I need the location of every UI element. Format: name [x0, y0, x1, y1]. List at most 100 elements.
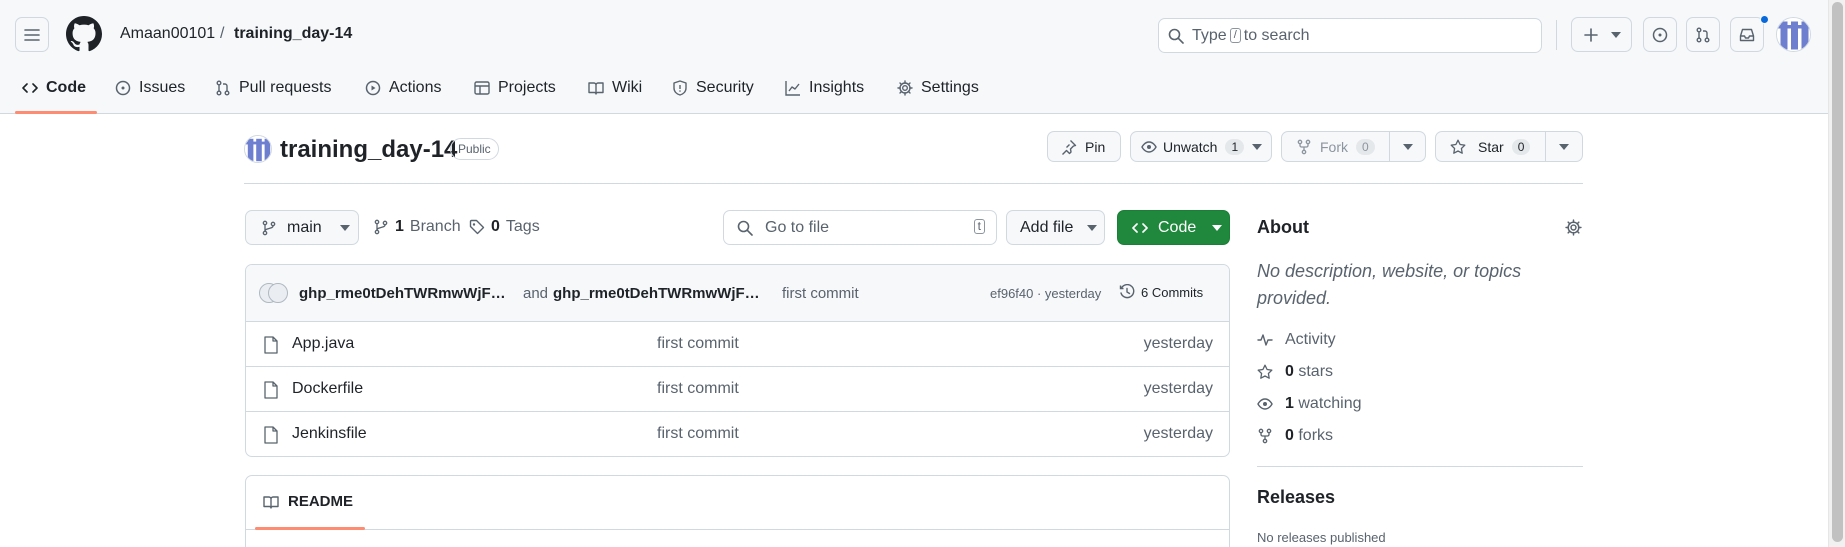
- pin-button[interactable]: Pin: [1047, 131, 1121, 162]
- file-icon: [263, 336, 279, 354]
- star-dropdown-button[interactable]: [1546, 143, 1582, 150]
- repo-title[interactable]: training_day-14: [280, 136, 457, 164]
- add-file-button[interactable]: Add file: [1006, 210, 1105, 245]
- unwatch-button[interactable]: Unwatch 1: [1131, 132, 1245, 161]
- watching-link[interactable]: 1 watching: [1257, 395, 1362, 413]
- releases-heading[interactable]: Releases: [1257, 487, 1335, 508]
- triangle-down-icon: [1212, 224, 1223, 231]
- file-name[interactable]: Dockerfile: [292, 380, 363, 398]
- watching-count: 1: [1285, 395, 1294, 412]
- file-name[interactable]: Jenkinsfile: [292, 425, 367, 443]
- pulse-icon: [1257, 332, 1273, 348]
- readme-tab-indicator: [255, 527, 365, 530]
- file-commit-message[interactable]: first commit: [657, 380, 739, 398]
- about-description: No description, website, or topics provi…: [1257, 261, 1522, 308]
- git-branch-icon: [373, 219, 389, 235]
- triangle-down-icon: [1402, 143, 1413, 150]
- gear-icon[interactable]: [1565, 219, 1582, 236]
- tab-pull-requests[interactable]: Pull requests: [215, 74, 332, 102]
- stars-count: 0: [1285, 363, 1294, 380]
- activity-link[interactable]: Activity: [1257, 331, 1336, 349]
- search-icon: [737, 220, 753, 236]
- create-new-button[interactable]: [1571, 17, 1632, 52]
- tab-code[interactable]: Code: [22, 74, 86, 102]
- page-scrollbar[interactable]: [1828, 0, 1845, 547]
- star-button-group: Star 0: [1435, 131, 1583, 162]
- commit-hash-time[interactable]: ef96f40 · yesterday: [990, 286, 1101, 301]
- tab-security[interactable]: Security: [672, 74, 754, 102]
- tab-issues[interactable]: Issues: [115, 74, 185, 102]
- tab-actions[interactable]: Actions: [365, 74, 441, 102]
- fork-label: Fork: [1320, 138, 1348, 155]
- fork-dropdown-button[interactable]: [1390, 143, 1425, 150]
- stars-label: stars: [1298, 363, 1334, 380]
- inbox-button[interactable]: [1730, 17, 1764, 52]
- tags-link[interactable]: 0 Tags: [469, 218, 540, 236]
- tab-label: Actions: [389, 79, 442, 96]
- file-row[interactable]: Dockerfile first commit yesterday: [246, 367, 1229, 412]
- readme-tab[interactable]: README: [263, 493, 353, 510]
- go-to-file-input[interactable]: Go to file t: [723, 210, 997, 245]
- tab-insights[interactable]: Insights: [785, 74, 864, 102]
- code-button[interactable]: Code: [1117, 210, 1230, 245]
- branches-link[interactable]: 1 Branch: [373, 218, 461, 236]
- code-button-label: Code: [1158, 218, 1197, 236]
- branch-selector[interactable]: main: [245, 210, 359, 245]
- file-commit-time: yesterday: [1143, 425, 1213, 442]
- issue-opened-icon: [115, 80, 131, 96]
- visibility-badge: Public: [450, 138, 499, 160]
- git-pull-request-icon: [215, 80, 231, 96]
- stars-link[interactable]: 0 stars: [1257, 363, 1333, 381]
- file-commit-message[interactable]: first commit: [657, 425, 739, 443]
- fork-counter: 0: [1356, 138, 1375, 155]
- commit-coauthor-avatar[interactable]: [268, 283, 288, 303]
- tag-icon: [469, 219, 485, 235]
- tab-label: Security: [696, 79, 754, 96]
- avatar[interactable]: [1776, 17, 1811, 52]
- search-icon: [1168, 28, 1184, 44]
- issues-button[interactable]: [1643, 17, 1677, 52]
- tab-label: Projects: [498, 79, 556, 96]
- fork-button[interactable]: Fork 0: [1282, 132, 1390, 161]
- menu-button[interactable]: [15, 17, 49, 52]
- inbox-icon: [1739, 27, 1755, 43]
- watching-label: watching: [1298, 395, 1362, 412]
- github-logo-icon[interactable]: [66, 16, 102, 52]
- commit-author-2[interactable]: ghp_rme0tDehTWRmwWjF…: [553, 285, 760, 302]
- breadcrumb-repo[interactable]: training_day-14: [234, 25, 352, 43]
- watch-button-group: Unwatch 1: [1130, 131, 1272, 162]
- tab-projects[interactable]: Projects: [474, 74, 556, 102]
- shield-icon: [672, 80, 688, 96]
- forks-link[interactable]: 0 forks: [1257, 427, 1333, 445]
- branch-count-label: Branch: [409, 218, 461, 235]
- file-commit-time: yesterday: [1143, 335, 1213, 352]
- go-to-file-placeholder: Go to file: [765, 218, 830, 236]
- graph-icon: [785, 80, 801, 96]
- readme-header: README: [246, 476, 1229, 530]
- breadcrumb-owner[interactable]: Amaan00101: [120, 25, 215, 43]
- commit-message[interactable]: first commit: [782, 285, 859, 302]
- file-name[interactable]: App.java: [292, 335, 354, 353]
- commit-author-1[interactable]: ghp_rme0tDehTWRmwWjF…: [299, 285, 506, 302]
- global-header: Amaan00101 / training_day-14 Type / to s…: [0, 0, 1828, 114]
- star-icon: [1257, 364, 1273, 380]
- star-button[interactable]: Star 0: [1436, 132, 1546, 161]
- scrollbar-thumb[interactable]: [1832, 2, 1843, 542]
- search-input[interactable]: Type / to search: [1158, 18, 1542, 53]
- tab-settings[interactable]: Settings: [897, 74, 979, 102]
- repo-owner-avatar[interactable]: [244, 135, 272, 163]
- activity-label: Activity: [1285, 331, 1336, 348]
- star-label: Star: [1478, 138, 1504, 155]
- watch-dropdown-button[interactable]: [1242, 143, 1271, 150]
- file-row[interactable]: App.java first commit yesterday: [246, 322, 1229, 367]
- pull-requests-button[interactable]: [1686, 17, 1720, 52]
- tab-wiki[interactable]: Wiki: [588, 74, 642, 102]
- readme-label: README: [288, 493, 354, 510]
- tab-label: Settings: [921, 79, 979, 96]
- pin-label: Pin: [1085, 138, 1106, 155]
- file-row[interactable]: Jenkinsfile first commit yesterday: [246, 412, 1229, 456]
- commits-link[interactable]: 6 Commits: [1119, 284, 1203, 300]
- triangle-down-icon: [339, 224, 350, 231]
- file-commit-message[interactable]: first commit: [657, 335, 739, 353]
- commit-and: and: [523, 285, 549, 302]
